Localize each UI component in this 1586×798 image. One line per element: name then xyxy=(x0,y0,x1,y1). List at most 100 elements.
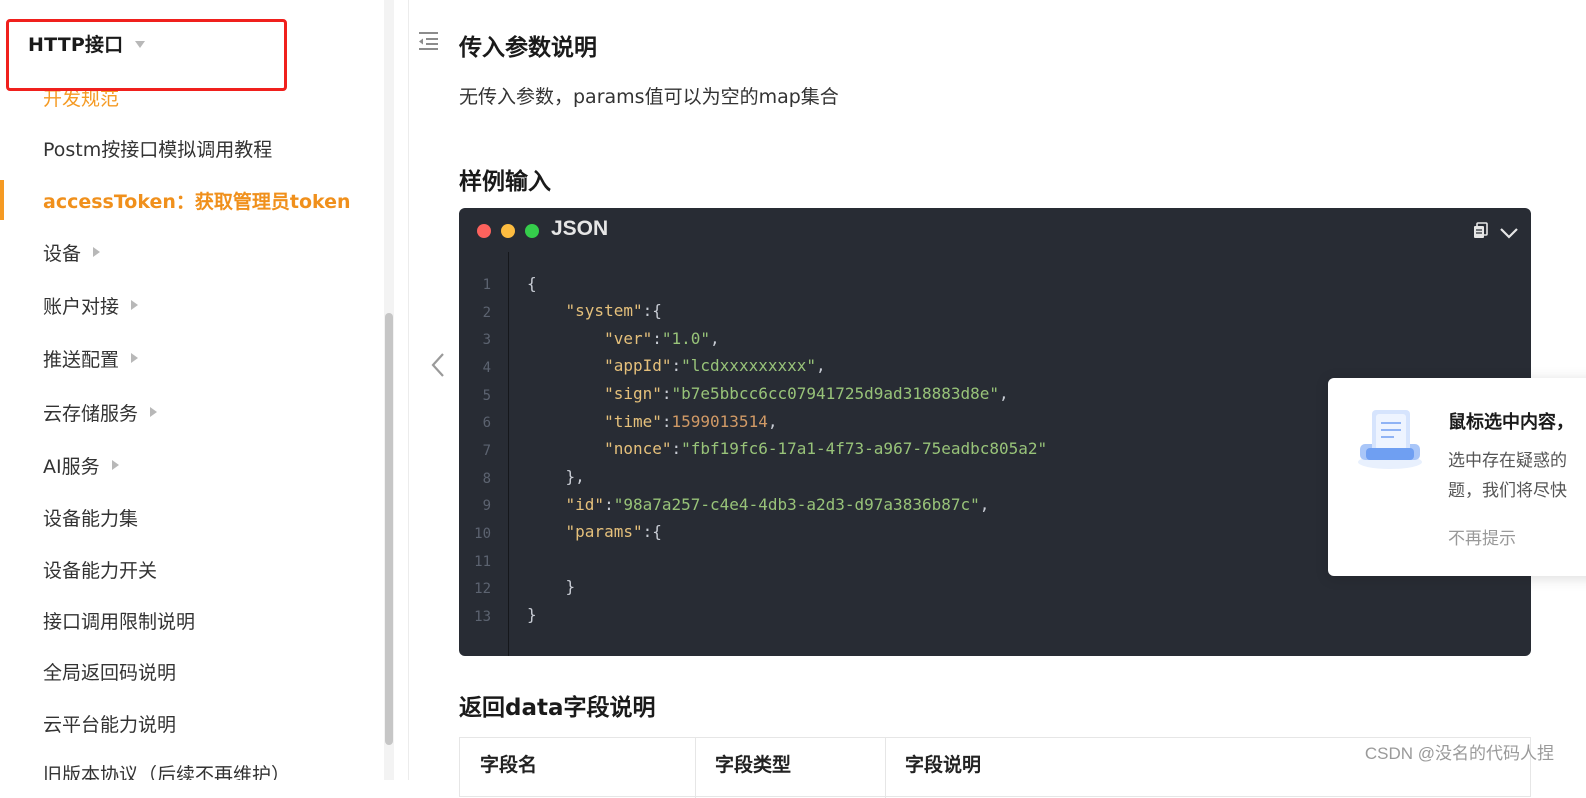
json-key: "params" xyxy=(565,522,643,541)
caret-down-icon xyxy=(135,40,146,48)
content-divider xyxy=(408,0,409,780)
json-string: "lcdxxxxxxxxx" xyxy=(681,356,816,375)
table-header-field-desc: 字段说明 xyxy=(905,754,982,776)
sidebar-item-label: accessToken：获取管理员token xyxy=(43,190,351,213)
caret-right-icon xyxy=(111,460,119,470)
caret-right-icon xyxy=(131,353,139,363)
line-number: 9 xyxy=(482,498,491,514)
green-dot-icon xyxy=(525,224,539,238)
code-line: "system":{ xyxy=(565,301,662,320)
sidebar-item-label: 设备 xyxy=(43,242,82,265)
return-data-heading: 返回data字段说明 xyxy=(459,695,656,721)
code-line: "ver":"1.0", xyxy=(604,329,720,348)
params-heading: 传入参数说明 xyxy=(459,35,597,61)
sidebar-item-label: Postm按接口模拟调用教程 xyxy=(43,138,273,161)
line-number: 4 xyxy=(482,360,491,376)
sidebar-item-label: AI服务 xyxy=(43,455,100,478)
code-line: { xyxy=(527,274,537,293)
code-line: "id":"98a7a257-c4e4-4db3-a2d3-d97a3836b8… xyxy=(565,495,990,514)
chevron-down-icon[interactable] xyxy=(1499,224,1519,243)
sidebar-item-label: 账户对接 xyxy=(43,295,120,318)
line-number: 12 xyxy=(474,581,491,597)
tip-title: 鼠标选中内容， xyxy=(1448,412,1574,433)
document-illustration-icon xyxy=(1354,406,1426,476)
sidebar-item-label: 云存储服务 xyxy=(43,402,139,425)
code-line: "nonce":"fbf19fc6-17a1-4f73-a967-75eadbc… xyxy=(604,439,1048,458)
line-number: 7 xyxy=(482,443,491,459)
table-header-field-name: 字段名 xyxy=(480,754,538,776)
json-string: "fbf19fc6-17a1-4f73-a967-75eadbc805a2" xyxy=(681,439,1048,458)
window-dots xyxy=(477,224,539,238)
sidebar-item-account[interactable]: 账户对接 xyxy=(43,290,139,320)
sidebar-item-label: 推送配置 xyxy=(43,348,120,371)
code-line: "params":{ xyxy=(565,522,662,541)
sidebar-item-dev-spec[interactable]: 开发规范 xyxy=(43,82,119,112)
tip-body: 选中存在疑惑的 题，我们将尽快 xyxy=(1448,446,1586,506)
code-gutter-separator xyxy=(508,252,509,656)
line-number: 6 xyxy=(482,415,491,431)
code-line: "time":1599013514, xyxy=(604,412,778,431)
caret-right-icon xyxy=(93,247,101,257)
copy-icon[interactable] xyxy=(1473,222,1489,244)
line-number: 3 xyxy=(482,332,491,348)
sidebar-item-legacy-protocol[interactable]: 旧版本协议（后续不再维护） xyxy=(43,758,291,781)
column-separator xyxy=(885,738,886,798)
sidebar-section-http[interactable]: HTTP接口 xyxy=(28,28,146,58)
json-key: "system" xyxy=(565,301,643,320)
sidebar-item-label: 设备能力开关 xyxy=(43,559,158,582)
json-key: "nonce" xyxy=(604,439,672,458)
json-key: "ver" xyxy=(604,329,653,348)
json-string: "98a7a257-c4e4-4db3-a2d3-d97a3836b87c" xyxy=(613,495,980,514)
sidebar-item-capability-set[interactable]: 设备能力集 xyxy=(43,502,138,532)
column-separator xyxy=(695,738,696,798)
sidebar-item-label: 开发规范 xyxy=(43,87,120,110)
json-key: "appId" xyxy=(604,356,672,375)
line-number: 8 xyxy=(482,471,491,487)
tip-body-line: 选中存在疑惑的 xyxy=(1448,451,1567,471)
selection-tip-card: 鼠标选中内容， 选中存在疑惑的 题，我们将尽快 不再提示 xyxy=(1328,378,1586,576)
caret-right-icon xyxy=(150,407,158,417)
json-number: 1599013514 xyxy=(671,412,768,431)
json-key: "sign" xyxy=(604,384,662,403)
sample-input-heading: 样例输入 xyxy=(459,169,551,195)
sidebar-item-push[interactable]: 推送配置 xyxy=(43,343,139,373)
dont-show-again-link[interactable]: 不再提示 xyxy=(1448,524,1516,549)
json-string: "1.0" xyxy=(661,329,711,348)
csdn-watermark: CSDN @没名的代码人捏 xyxy=(1364,744,1554,763)
sidebar-item-rate-limit[interactable]: 接口调用限制说明 xyxy=(43,605,195,635)
json-key: "time" xyxy=(604,412,662,431)
chevron-left-icon[interactable] xyxy=(430,352,446,382)
sidebar-item-device[interactable]: 设备 xyxy=(43,237,101,267)
params-description: 无传入参数，params值可以为空的map集合 xyxy=(459,86,839,108)
line-number: 10 xyxy=(474,526,491,542)
sidebar-item-label: 接口调用限制说明 xyxy=(43,610,196,633)
code-line: } xyxy=(527,605,537,624)
sidebar-item-access-token[interactable]: accessToken：获取管理员token xyxy=(43,185,351,215)
tip-body-line: 题，我们将尽快 xyxy=(1448,481,1567,501)
line-number: 2 xyxy=(482,305,491,321)
sidebar-scrollbar-thumb[interactable] xyxy=(385,313,393,745)
active-indicator xyxy=(0,180,4,220)
sidebar-item-cloud-capability[interactable]: 云平台能力说明 xyxy=(43,708,176,738)
code-line: }, xyxy=(527,467,585,486)
json-key: "id" xyxy=(565,495,605,514)
json-string: "b7e5bbcc6cc07941725d9ad318883d8e" xyxy=(671,384,1000,403)
line-number: 13 xyxy=(474,609,491,625)
line-number: 1 xyxy=(482,277,491,293)
sidebar-item-ai[interactable]: AI服务 xyxy=(43,450,119,480)
sidebar-item-return-codes[interactable]: 全局返回码说明 xyxy=(43,656,176,686)
sidebar-item-label: 云平台能力说明 xyxy=(43,713,177,736)
caret-right-icon xyxy=(131,300,139,310)
red-dot-icon xyxy=(477,224,491,238)
sidebar-item-label: 旧版本协议（后续不再维护） xyxy=(43,763,291,781)
sidebar: HTTP接口 开发规范 Postm按接口模拟调用教程 accessToken：获… xyxy=(0,0,386,780)
code-line: "appId":"lcdxxxxxxxxx", xyxy=(604,356,826,375)
toc-icon[interactable] xyxy=(417,30,441,56)
sidebar-item-cloud-storage[interactable]: 云存储服务 xyxy=(43,397,158,427)
code-actions xyxy=(1473,222,1519,244)
sidebar-item-postman-tutorial[interactable]: Postm按接口模拟调用教程 xyxy=(43,133,272,163)
line-number: 11 xyxy=(474,554,491,570)
sidebar-item-capability-switch[interactable]: 设备能力开关 xyxy=(43,554,157,584)
line-number: 5 xyxy=(482,388,491,404)
code-line: } xyxy=(527,577,576,596)
